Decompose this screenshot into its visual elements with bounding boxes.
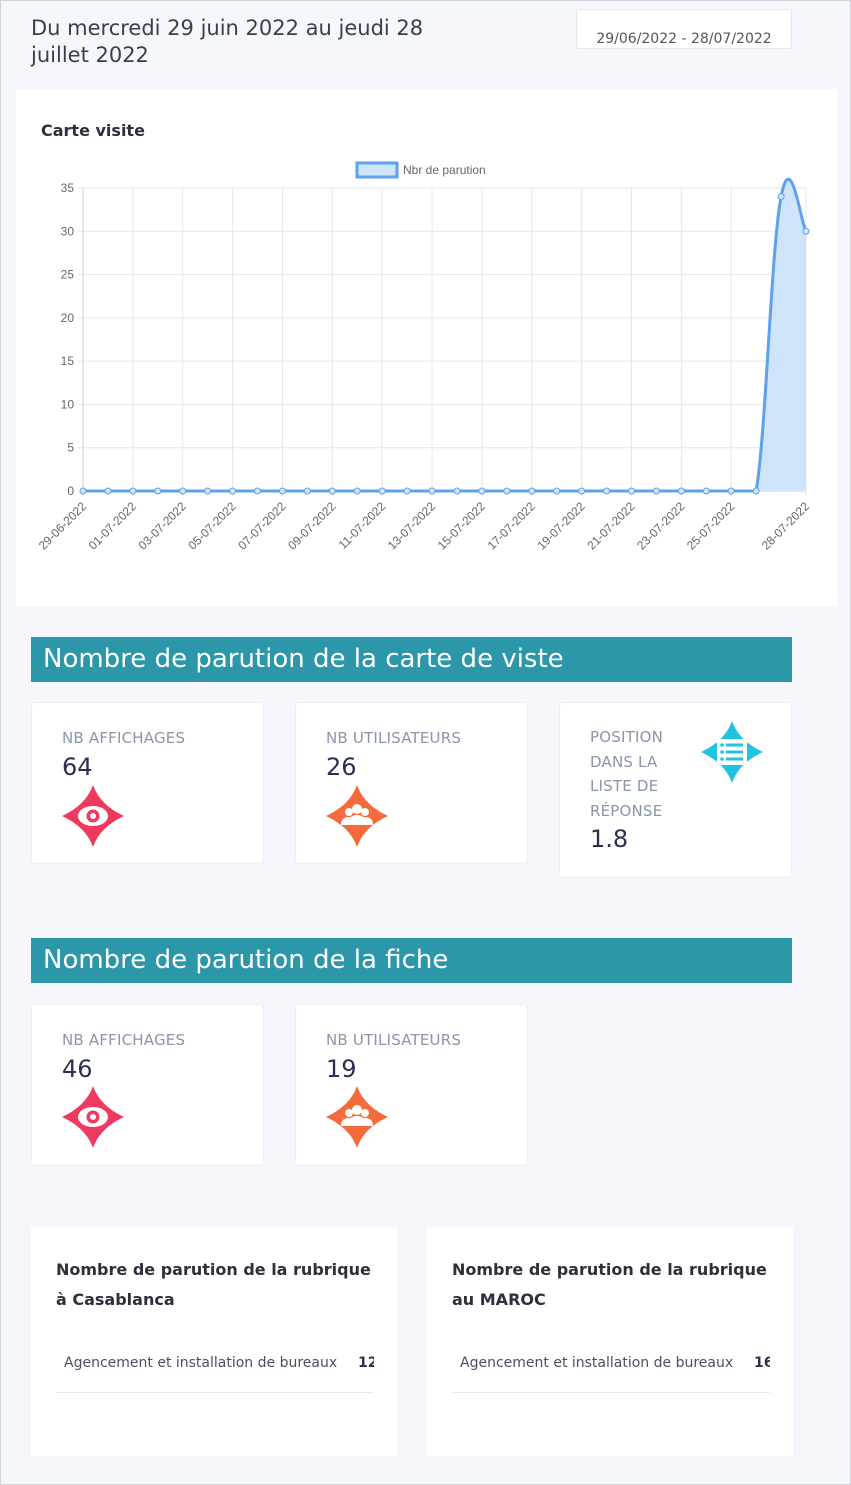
- data-point: [752, 487, 760, 495]
- data-point: [79, 487, 87, 495]
- data-point: [254, 487, 262, 495]
- date-range-value: 29/06/2022 - 28/07/2022: [596, 31, 772, 47]
- stat-value: 46: [62, 1055, 93, 1083]
- parution-chart: 0 5 10 15 20 25 30 35 29-06-202201-07-202203-07-…: [36, 161, 813, 553]
- data-point: [802, 227, 810, 235]
- stat-label: POSITION DANS LA LISTE DE RÉPONSE: [590, 728, 664, 820]
- y-tick-label: 20: [61, 311, 75, 325]
- rubrique-count: 16: [754, 1355, 770, 1371]
- users-icon: [326, 785, 388, 847]
- rubrique-maroc-title: Nombre de parution de la rubrique au MAR…: [452, 1260, 767, 1309]
- y-tick-label: 5: [67, 441, 74, 455]
- x-tick-label: 09-07-2022: [285, 499, 339, 553]
- stat-label: NB AFFICHAGES: [62, 729, 186, 747]
- data-point: [204, 487, 212, 495]
- y-tick-label: 35: [61, 181, 75, 195]
- x-tick-label: 28-07-2022: [759, 499, 813, 553]
- data-point: [403, 487, 411, 495]
- rubrique-maroc-card: Nombre de parution de la rubrique au MAR…: [427, 1227, 793, 1456]
- data-point: [777, 193, 785, 201]
- data-point: [278, 487, 286, 495]
- stat-value: 26: [326, 753, 357, 781]
- stat-value: 19: [326, 1055, 357, 1083]
- data-point: [104, 487, 112, 495]
- table-row: Agencement et installation de bureaux 16: [452, 1343, 770, 1393]
- x-tick-label: 17-07-2022: [485, 499, 539, 553]
- stat-value: 64: [62, 753, 93, 781]
- carte-position-card: POSITION DANS LA LISTE DE RÉPONSE 1.8: [559, 702, 792, 878]
- carte-affichages-card: NB AFFICHAGES 64: [31, 702, 264, 864]
- data-point: [727, 487, 735, 495]
- users-icon: [326, 1086, 388, 1148]
- stat-label: NB UTILISATEURS: [326, 729, 462, 747]
- rubrique-count: 12: [358, 1355, 374, 1371]
- data-point: [677, 487, 685, 495]
- data-point: [428, 487, 436, 495]
- list-icon: [701, 721, 763, 783]
- series-area: [83, 179, 806, 491]
- table-row: Agencement et installation de bureaux 12: [56, 1343, 374, 1393]
- chart-card: Carte visite 0 5 10 15 20 25 30 35 29-06-2022 01-…: [16, 89, 837, 606]
- x-tick-label: 23-07-2022: [634, 499, 688, 553]
- y-tick-label: 30: [61, 224, 75, 238]
- x-tick-label: 07-07-2022: [235, 499, 289, 553]
- date-range-picker[interactable]: 29/06/2022 - 28/07/2022: [576, 9, 792, 49]
- x-tick-label: 25-07-2022: [684, 499, 738, 553]
- x-tick-label: 21-07-2022: [584, 499, 638, 553]
- data-point: [154, 487, 162, 495]
- data-point: [179, 487, 187, 495]
- data-point: [553, 487, 561, 495]
- x-tick-label: 03-07-2022: [136, 499, 190, 553]
- data-point: [603, 487, 611, 495]
- data-point: [652, 487, 660, 495]
- carte-utilisateurs-card: NB UTILISATEURS 26: [295, 702, 528, 864]
- y-tick-label: 25: [61, 268, 75, 282]
- x-tick-label: 01-07-2022: [86, 499, 140, 553]
- rubrique-casablanca-card: Nombre de parution de la rubrique à Casa…: [31, 1227, 397, 1456]
- y-tick-label: 10: [61, 397, 75, 411]
- x-tick-label: 19-07-2022: [534, 499, 588, 553]
- stat-value: 1.8: [590, 825, 629, 853]
- stat-label: NB UTILISATEURS: [326, 1031, 462, 1049]
- rubrique-name: Agencement et installation de bureaux: [460, 1355, 734, 1371]
- rubrique-name: Agencement et installation de bureaux: [64, 1355, 338, 1371]
- series-line: [83, 177, 808, 493]
- x-tick-label: 11-07-2022: [336, 499, 389, 552]
- fiche-affichages-card: NB AFFICHAGES 46: [31, 1004, 264, 1166]
- fiche-utilisateurs-card: NB UTILISATEURS 19: [295, 1004, 528, 1166]
- section-fiche-banner: Nombre de parution de la fiche: [31, 938, 792, 983]
- eye-icon: [62, 785, 124, 847]
- data-point: [129, 487, 137, 495]
- data-point: [303, 487, 311, 495]
- data-point: [503, 487, 511, 495]
- legend-label: Nbr de parution: [403, 163, 486, 177]
- data-point: [702, 487, 710, 495]
- data-point: [378, 487, 386, 495]
- x-tick-label: 15-07-2022: [435, 499, 489, 553]
- y-tick-label: 0: [67, 484, 74, 498]
- section-carte-banner: Nombre de parution de la carte de viste: [31, 637, 792, 682]
- data-point: [353, 487, 361, 495]
- data-point: [627, 487, 635, 495]
- data-point: [578, 487, 586, 495]
- data-point: [528, 487, 536, 495]
- stat-label: NB AFFICHAGES: [62, 1031, 186, 1049]
- data-point: [328, 487, 336, 495]
- x-tick-label: 05-07-2022: [185, 499, 239, 553]
- x-tick-label: 13-07-2022: [385, 499, 439, 553]
- y-tick-label: 15: [61, 354, 75, 368]
- page-title: Du mercredi 29 juin 2022 au jeudi 28 jui…: [31, 16, 424, 67]
- x-tick-label: 29-06-2022: [36, 499, 90, 553]
- legend-swatch: [355, 161, 399, 179]
- eye-icon: [62, 1086, 124, 1148]
- data-point: [229, 487, 237, 495]
- rubrique-casablanca-title: Nombre de parution de la rubrique à Casa…: [56, 1260, 371, 1309]
- data-point: [478, 487, 486, 495]
- data-point: [453, 487, 461, 495]
